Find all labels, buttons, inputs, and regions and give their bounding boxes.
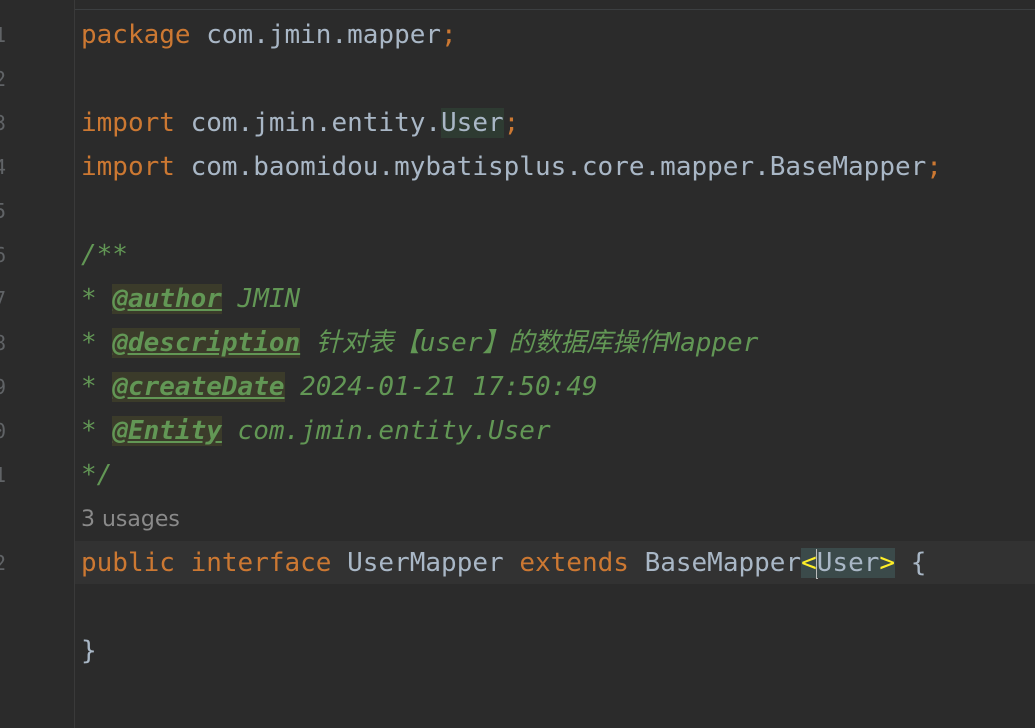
doc-tag-createdate: @createDate [112, 372, 285, 402]
line-number[interactable]: 5 [0, 189, 6, 233]
line-number[interactable]: 9 [0, 365, 6, 409]
code-line-import-basemapper[interactable]: import com.baomidou.mybatisplus.core.map… [81, 145, 942, 189]
keyword-package: package [81, 20, 191, 50]
import-path: com.baomidou.mybatisplus.core.mapper.Bas… [174, 152, 927, 182]
line-number[interactable]: 7 [0, 277, 6, 321]
doc-entity-value: com.jmin.entity.User [221, 416, 551, 446]
code-line-import-user[interactable]: import com.jmin.entity.User; [81, 101, 519, 145]
code-line-close-brace[interactable]: } [81, 629, 97, 673]
doc-star: * [81, 284, 113, 314]
keyword-import: import [81, 108, 175, 138]
line-number[interactable]: 2 [0, 541, 6, 585]
doc-tag-entity: @Entity [112, 416, 222, 446]
semicolon: ; [441, 20, 457, 50]
class-reference-user[interactable]: User [441, 108, 504, 138]
type-argument-user[interactable]: User [816, 548, 880, 578]
doc-star: * [81, 372, 113, 402]
code-editor[interactable]: 1 2 3 4 5 6 7 8 9 0 1 2 package com.jmin… [0, 0, 1035, 728]
doc-star: * [81, 328, 113, 358]
line-number[interactable]: 3 [0, 101, 6, 145]
doc-tag-author: @author [112, 284, 222, 314]
line-number[interactable]: 4 [0, 145, 6, 189]
semicolon: ; [503, 108, 520, 138]
doc-star: * [81, 416, 113, 446]
open-brace: { [895, 548, 927, 578]
keyword-public: public [81, 548, 175, 578]
angle-bracket-open: < [801, 548, 817, 578]
doc-line-author[interactable]: * @author JMIN [81, 277, 300, 321]
usages-inlay-hint[interactable]: 3 usages [81, 498, 180, 542]
doc-comment-end[interactable]: */ [81, 453, 112, 497]
code-line-package[interactable]: package com.jmin.mapper; [81, 13, 457, 57]
doc-line-description[interactable]: * @description 针对表【user】的数据库操作Mapper [81, 321, 758, 365]
keyword-import: import [81, 152, 175, 182]
code-line-interface-declaration[interactable]: public interface UserMapper extends Base… [81, 541, 926, 585]
doc-line-entity[interactable]: * @Entity com.jmin.entity.User [81, 409, 551, 453]
package-name: com.jmin.mapper [190, 20, 442, 50]
doc-line-createdate[interactable]: * @createDate 2024-01-21 17:50:49 [81, 365, 598, 409]
line-number[interactable]: 1 [0, 13, 6, 57]
line-number-gutter[interactable]: 1 2 3 4 5 6 7 8 9 0 1 2 [0, 0, 75, 728]
line-number[interactable] [0, 585, 6, 629]
keyword-interface: interface [190, 548, 332, 578]
doc-createdate-value: 2024-01-21 17:50:49 [284, 372, 598, 402]
line-number[interactable]: 0 [0, 409, 6, 453]
editor-top-border [0, 0, 1035, 10]
line-number[interactable]: 8 [0, 321, 6, 365]
line-number[interactable]: 6 [0, 233, 6, 277]
interface-name[interactable]: UserMapper [347, 548, 504, 578]
angle-bracket-close: > [879, 548, 896, 578]
line-number[interactable]: 1 [0, 453, 6, 497]
doc-description-value: 针对表【user】的数据库操作Mapper [300, 328, 759, 358]
line-number[interactable]: 2 [0, 57, 6, 101]
keyword-extends: extends [519, 548, 629, 578]
doc-comment-start[interactable]: /** [81, 233, 128, 277]
doc-tag-description: @description [112, 328, 301, 358]
import-path: com.jmin.entity. [174, 108, 442, 138]
doc-author-value: JMIN [221, 284, 301, 314]
semicolon: ; [926, 152, 942, 182]
base-type[interactable]: BaseMapper [645, 548, 802, 578]
